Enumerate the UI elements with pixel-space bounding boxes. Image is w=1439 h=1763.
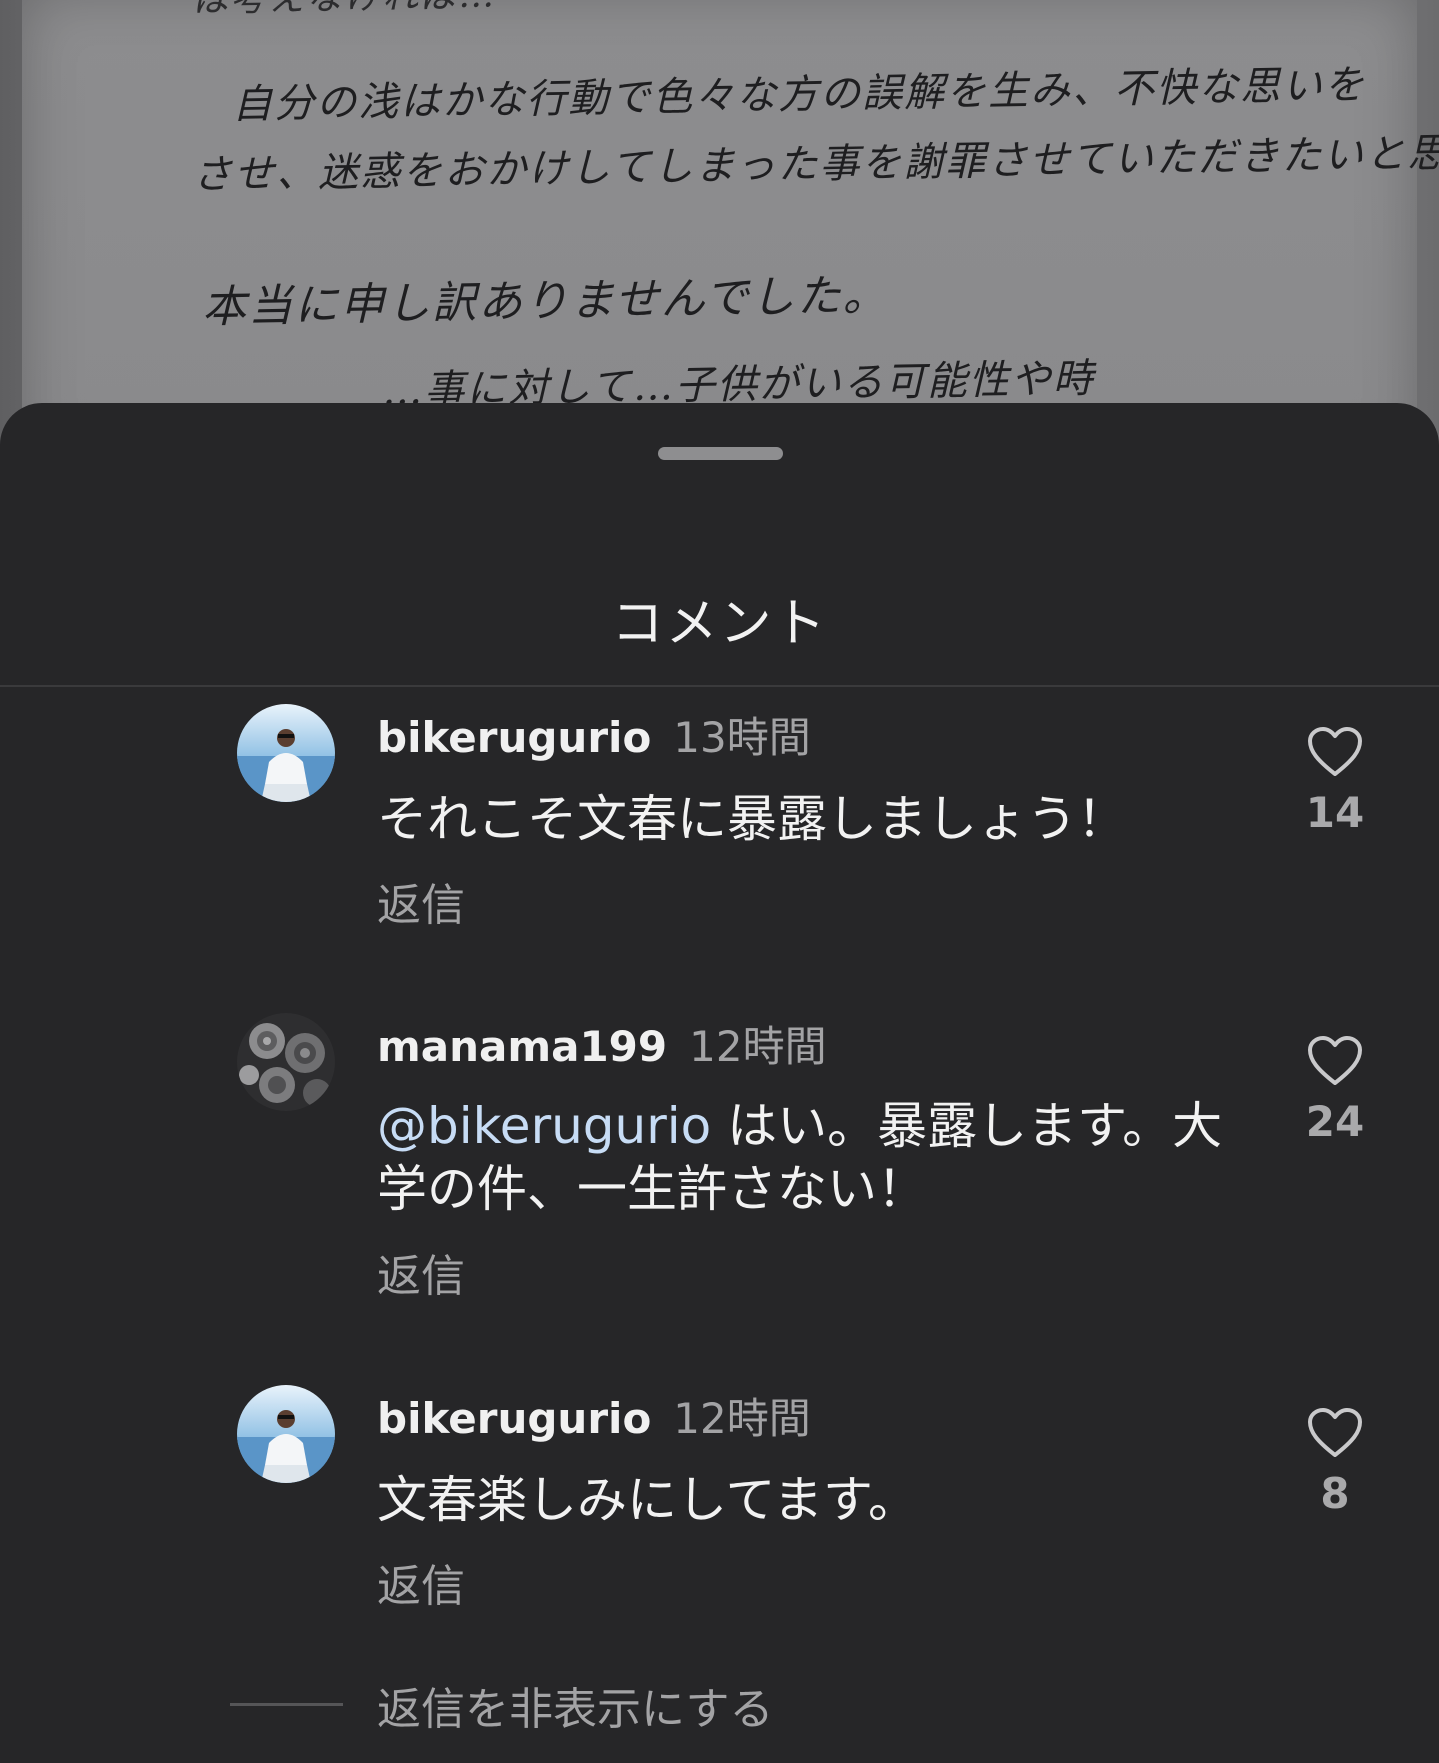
comment-time: 13時間 <box>673 713 811 762</box>
avatar[interactable] <box>237 704 335 802</box>
avatar-photo-icon <box>237 1385 335 1483</box>
sheet-title: コメント <box>611 594 828 654</box>
drag-handle[interactable] <box>658 447 783 460</box>
letter-paper: は考えなければ… 自分の浅はかな行動で色々な方の誤解を生み、不快な思いを させ、… <box>22 0 1439 460</box>
comment-time: 12時間 <box>689 1022 827 1071</box>
comment-username[interactable]: bikerugurio <box>377 1394 651 1443</box>
reply-button[interactable]: 返信 <box>377 1240 465 1304</box>
comment-header: bikerugurio 12時間 <box>377 1385 811 1446</box>
avatar-roses-icon <box>237 1013 335 1111</box>
heart-icon[interactable] <box>1307 1407 1363 1459</box>
reply-button[interactable]: 返信 <box>377 869 465 933</box>
comment-item: bikerugurio 13時間 それこそ文春に暴露しましょう！ 返信 14 <box>0 704 1439 934</box>
avatar-photo-icon <box>237 704 335 802</box>
like-button[interactable]: 14 <box>1298 726 1372 837</box>
comment-item: bikerugurio 12時間 文春楽しみにしてます。 返信 8 <box>0 1385 1439 1615</box>
letter-line: させ、迷惑をおかけしてしまった事を謝罪させていただきたいと思います。 <box>191 127 1439 199</box>
comment-header: manama199 12時間 <box>377 1013 827 1074</box>
hide-replies-label[interactable]: 返信を非表示にする <box>377 1673 773 1737</box>
like-count: 8 <box>1320 1469 1350 1518</box>
comment-time: 12時間 <box>673 1394 811 1443</box>
letter-line: 自分の浅はかな行動で色々な方の誤解を生み、不快な思いを <box>231 62 1367 128</box>
heart-icon[interactable] <box>1307 726 1363 778</box>
hide-replies-line <box>230 1703 343 1706</box>
screen: は考えなければ… 自分の浅はかな行動で色々な方の誤解を生み、不快な思いを させ、… <box>0 0 1439 1763</box>
like-button[interactable]: 8 <box>1298 1407 1372 1518</box>
like-count: 24 <box>1305 1097 1365 1146</box>
comment-username[interactable]: bikerugurio <box>377 713 651 762</box>
like-button[interactable]: 24 <box>1298 1035 1372 1146</box>
letter-line: 本当に申し訳ありませんでした。 <box>201 270 889 333</box>
reply-button[interactable]: 返信 <box>377 1550 465 1614</box>
avatar[interactable] <box>237 1013 335 1111</box>
comment-text: 文春楽しみにしてます。 <box>377 1471 918 1529</box>
comment-text: それこそ文春に暴露しましょう！ <box>377 790 1127 848</box>
comment-header: bikerugurio 13時間 <box>377 704 811 765</box>
hide-replies-button[interactable]: 返信を非表示にする <box>0 1673 1439 1735</box>
comment-text: @bikerugurio はい。暴露します。大学の件、一生許さない！ <box>377 1095 1237 1221</box>
comment-mention[interactable]: @bikerugurio <box>377 1097 711 1155</box>
comments-sheet: コメント bikerugurio 13時間 それこそ文春に暴露しましょう！ 返信… <box>0 403 1439 1763</box>
letter-line: は考えなければ… <box>192 0 497 23</box>
background-letter-photo: は考えなければ… 自分の浅はかな行動で色々な方の誤解を生み、不快な思いを させ、… <box>0 0 1439 460</box>
like-count: 14 <box>1305 788 1365 837</box>
heart-icon[interactable] <box>1307 1035 1363 1087</box>
comment-username[interactable]: manama199 <box>377 1022 667 1071</box>
avatar[interactable] <box>237 1385 335 1483</box>
comment-item: manama199 12時間 @bikerugurio はい。暴露します。大学の件… <box>0 1013 1439 1303</box>
divider <box>0 685 1439 687</box>
